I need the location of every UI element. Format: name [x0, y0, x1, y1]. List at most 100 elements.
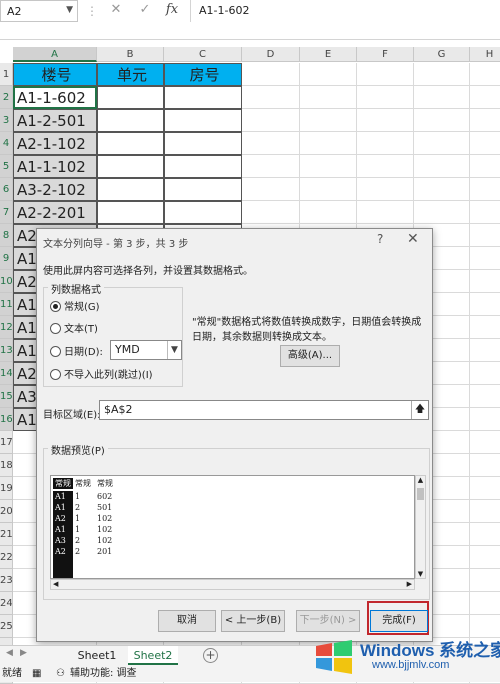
cell[interactable]	[470, 454, 500, 477]
header-cell[interactable]: 单元	[97, 63, 164, 86]
row-header[interactable]: 5	[0, 155, 13, 178]
finish-button[interactable]: 完成(F)	[370, 610, 428, 632]
cell[interactable]	[242, 109, 300, 132]
row-header[interactable]: 23	[0, 569, 13, 592]
cell[interactable]	[470, 132, 500, 155]
insert-function-icon[interactable]: fx	[162, 2, 182, 20]
cell[interactable]	[470, 431, 500, 454]
row-header[interactable]: 11	[0, 293, 13, 316]
cell[interactable]	[97, 201, 164, 224]
radio-text[interactable]: 文本(T)	[50, 320, 98, 335]
cell[interactable]	[357, 178, 414, 201]
cell[interactable]	[414, 155, 470, 178]
cell-building-number[interactable]: A1-1-102	[13, 155, 97, 178]
row-header[interactable]: 15	[0, 385, 13, 408]
cell[interactable]	[414, 63, 470, 86]
row-header[interactable]: 18	[0, 454, 13, 477]
cell[interactable]	[414, 86, 470, 109]
cell[interactable]	[470, 339, 500, 362]
cell[interactable]	[470, 63, 500, 86]
row-header[interactable]: 13	[0, 339, 13, 362]
confirm-edit-icon[interactable]: ✓	[135, 2, 155, 20]
column-header-b[interactable]: B	[97, 47, 164, 62]
accessibility-icon[interactable]: ⚇	[56, 665, 65, 682]
cell[interactable]	[164, 109, 242, 132]
cancel-edit-icon[interactable]: ✕	[106, 2, 126, 20]
cell[interactable]	[242, 86, 300, 109]
scroll-up-icon[interactable]: ▲	[416, 476, 425, 484]
preview-vertical-scrollbar[interactable]: ▲ ▼	[415, 475, 426, 579]
tab-sheet2[interactable]: Sheet2	[128, 646, 178, 665]
cell[interactable]	[470, 592, 500, 615]
cell[interactable]	[164, 155, 242, 178]
close-icon[interactable]: ✕	[407, 231, 419, 247]
sheet-nav-right-icon[interactable]: ▶	[20, 648, 27, 658]
row-header[interactable]: 7	[0, 201, 13, 224]
tab-sheet1[interactable]: Sheet1	[76, 646, 118, 665]
row-header[interactable]: 10	[0, 270, 13, 293]
scroll-left-icon[interactable]: ◀	[53, 580, 58, 588]
cell[interactable]	[470, 523, 500, 546]
cell[interactable]	[470, 155, 500, 178]
cell[interactable]	[470, 247, 500, 270]
radio-general[interactable]: 常规(G)	[50, 298, 100, 313]
name-box[interactable]: A2 ▼	[0, 0, 78, 22]
cell[interactable]	[300, 109, 357, 132]
column-header-c[interactable]: C	[164, 47, 242, 62]
cell[interactable]	[357, 201, 414, 224]
cell[interactable]	[97, 109, 164, 132]
cell[interactable]	[97, 132, 164, 155]
cell[interactable]	[470, 362, 500, 385]
cell[interactable]	[414, 178, 470, 201]
accessibility-status[interactable]: 辅助功能: 调查	[70, 665, 137, 682]
scroll-down-icon[interactable]: ▼	[416, 570, 425, 578]
radio-date[interactable]: 日期(D):	[50, 343, 103, 358]
row-header[interactable]: 21	[0, 523, 13, 546]
cell-building-number[interactable]: A1-2-501	[13, 109, 97, 132]
chevron-down-icon[interactable]: ▼	[66, 5, 73, 15]
cell[interactable]	[242, 155, 300, 178]
row-header[interactable]: 2	[0, 86, 13, 109]
cell[interactable]	[242, 132, 300, 155]
cell[interactable]	[470, 408, 500, 431]
cell[interactable]	[414, 132, 470, 155]
cell[interactable]	[470, 477, 500, 500]
destination-input[interactable]: $A$2 🡅	[99, 400, 429, 420]
cell-building-number[interactable]: A2-1-102	[13, 132, 97, 155]
row-header[interactable]: 14	[0, 362, 13, 385]
cell[interactable]	[470, 224, 500, 247]
back-button[interactable]: < 上一步(B)	[221, 610, 285, 632]
date-format-select[interactable]: YMD ▼	[110, 340, 182, 360]
column-header-e[interactable]: E	[300, 47, 357, 62]
cell[interactable]	[300, 155, 357, 178]
cell[interactable]	[97, 155, 164, 178]
cell[interactable]	[164, 178, 242, 201]
row-header[interactable]: 20	[0, 500, 13, 523]
cell[interactable]	[97, 86, 164, 109]
row-header[interactable]: 9	[0, 247, 13, 270]
row-header[interactable]: 6	[0, 178, 13, 201]
column-header-a[interactable]: A	[13, 47, 97, 62]
advanced-button[interactable]: 高级(A)...	[280, 345, 340, 367]
cell[interactable]	[470, 546, 500, 569]
cell[interactable]	[470, 201, 500, 224]
cell[interactable]	[164, 201, 242, 224]
preview-horizontal-scrollbar[interactable]: ◀ ▶	[50, 579, 415, 590]
cell[interactable]	[470, 86, 500, 109]
cell[interactable]	[470, 293, 500, 316]
column-header-d[interactable]: D	[242, 47, 300, 62]
column-header-g[interactable]: G	[414, 47, 470, 62]
cell[interactable]	[242, 201, 300, 224]
row-header[interactable]: 17	[0, 431, 13, 454]
cell[interactable]	[242, 178, 300, 201]
cell[interactable]	[357, 63, 414, 86]
cell[interactable]	[357, 86, 414, 109]
row-header[interactable]: 3	[0, 109, 13, 132]
cancel-button[interactable]: 取消	[158, 610, 216, 632]
column-header-f[interactable]: F	[357, 47, 414, 62]
cell[interactable]	[470, 569, 500, 592]
cell[interactable]	[164, 86, 242, 109]
cell[interactable]	[470, 109, 500, 132]
cell[interactable]	[414, 201, 470, 224]
cell[interactable]	[300, 201, 357, 224]
